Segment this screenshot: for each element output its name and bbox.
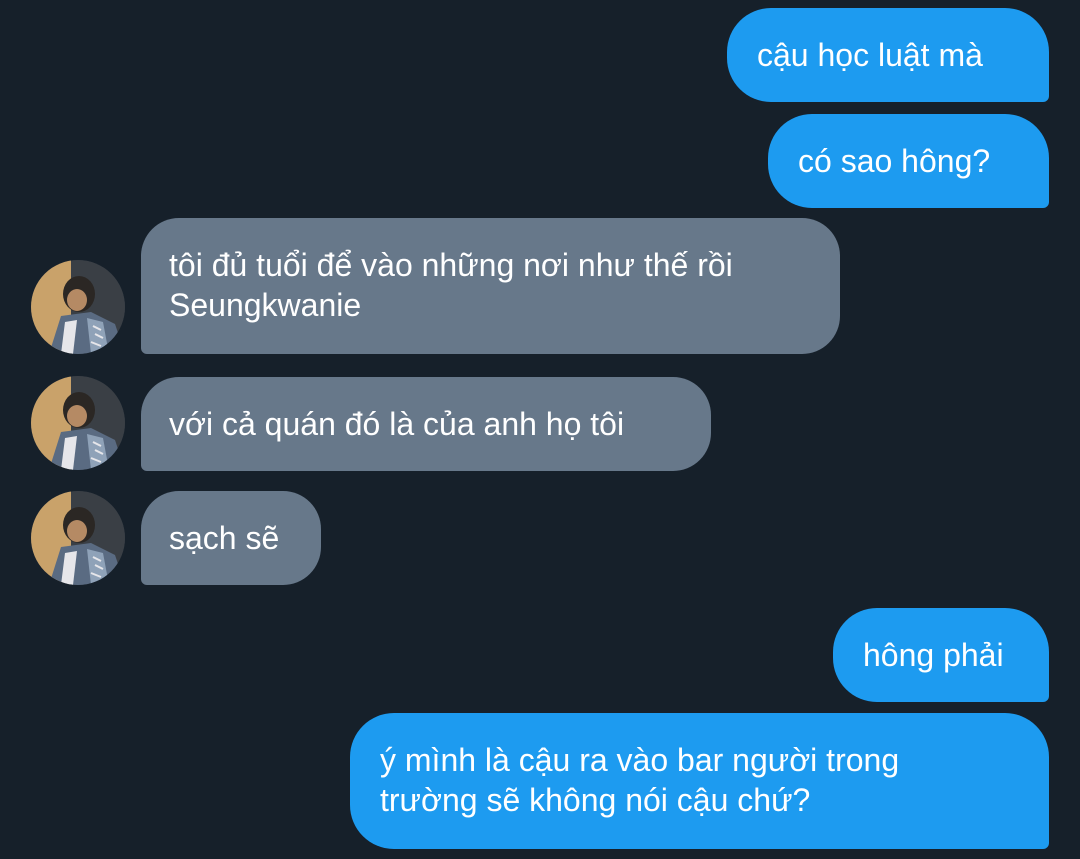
message-text-line: trường sẽ không nói cậu chứ?	[380, 782, 811, 818]
avatar-photo-icon	[31, 376, 125, 470]
message-text: sạch sẽ	[169, 520, 280, 556]
message-text: cậu học luật mà	[757, 37, 983, 73]
chat-thread: cậu học luật mà có sao hông? tôi đủ tuổi…	[0, 0, 1080, 859]
message-bubble-outgoing[interactable]: ý mình là cậu ra vào bar người trong trư…	[350, 713, 1049, 849]
message-text: với cả quán đó là của anh họ tôi	[169, 406, 625, 442]
message-text-line: ý mình là cậu ra vào bar người trong	[380, 742, 900, 778]
message-bubble-outgoing[interactable]: có sao hông?	[768, 114, 1049, 208]
message-bubble-incoming[interactable]: tôi đủ tuổi để vào những nơi như thế rồi…	[141, 218, 840, 354]
message-text: hông phải	[863, 637, 1004, 673]
message-text: có sao hông?	[798, 143, 991, 179]
message-bubble-outgoing[interactable]: cậu học luật mà	[727, 8, 1049, 102]
message-bubble-incoming[interactable]: với cả quán đó là của anh họ tôi	[141, 377, 711, 471]
message-text-line: tôi đủ tuổi để vào những nơi như thế rồi	[169, 247, 733, 283]
avatar-photo-icon	[31, 260, 125, 354]
message-bubble-incoming[interactable]: sạch sẽ	[141, 491, 321, 585]
contact-avatar[interactable]	[31, 260, 125, 354]
contact-avatar[interactable]	[31, 376, 125, 470]
avatar-photo-icon	[31, 491, 125, 585]
message-text-line: Seungkwanie	[169, 287, 362, 323]
message-bubble-outgoing[interactable]: hông phải	[833, 608, 1049, 702]
contact-avatar[interactable]	[31, 491, 125, 585]
